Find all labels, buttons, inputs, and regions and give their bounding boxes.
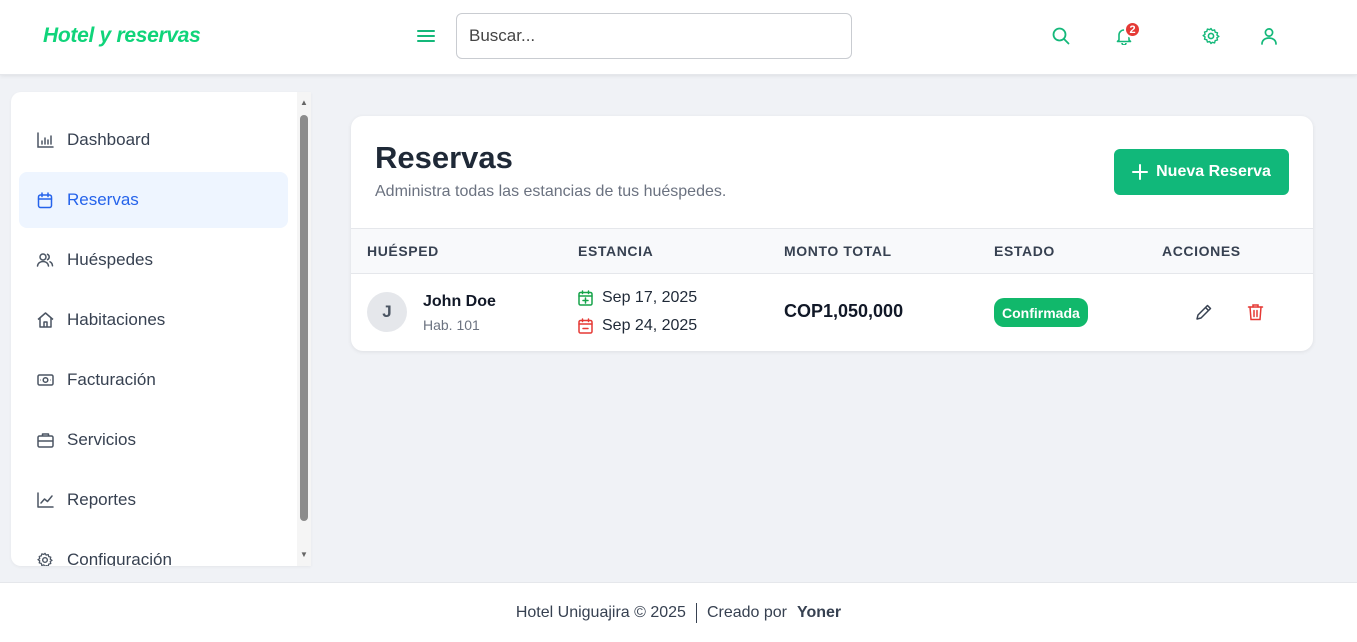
column-header-stay: ESTANCIA xyxy=(578,243,654,259)
sidebar-nav: Dashboard Reservas Huéspedes Habitacione… xyxy=(19,112,288,566)
column-header-status: ESTADO xyxy=(994,243,1055,259)
table-header: HUÉSPED ESTANCIA MONTO TOTAL ESTADO ACCI… xyxy=(351,228,1313,274)
trend-chart-icon xyxy=(36,491,54,509)
table-row: J John Doe Hab. 101 Sep 17, 2025 Sep 24,… xyxy=(351,274,1313,351)
total-amount: COP1,050,000 xyxy=(784,301,904,321)
sidebar-item-huespedes[interactable]: Huéspedes xyxy=(19,232,288,288)
bar-chart-icon xyxy=(36,131,54,149)
sidebar-item-configuracion[interactable]: Configuración xyxy=(19,532,288,566)
calendar-plus-icon xyxy=(578,290,593,306)
gear-icon xyxy=(36,551,54,566)
sidebar-item-label: Facturación xyxy=(67,370,156,389)
notification-badge: 2 xyxy=(1124,21,1141,38)
guest-room: Hab. 101 xyxy=(423,317,480,333)
money-icon xyxy=(36,371,54,389)
top-bar: Hotel y reservas 2 xyxy=(0,0,1357,75)
new-reservation-label: Nueva Reserva xyxy=(1156,163,1271,180)
sidebar: Dashboard Reservas Huéspedes Habitacione… xyxy=(11,92,311,566)
avatar: J xyxy=(367,292,407,332)
search-icon[interactable] xyxy=(1049,24,1073,48)
sidebar-item-label: Dashboard xyxy=(67,130,151,149)
sidebar-item-reservas[interactable]: Reservas xyxy=(19,172,288,228)
footer-author: Yoner xyxy=(797,603,842,621)
briefcase-icon xyxy=(36,431,54,449)
user-icon[interactable] xyxy=(1257,24,1281,48)
sidebar-item-dashboard[interactable]: Dashboard xyxy=(19,112,288,168)
reservations-card: Reservas Administra todas las estancias … xyxy=(351,116,1313,351)
search-input[interactable] xyxy=(456,13,852,59)
home-icon xyxy=(36,311,54,329)
sidebar-item-label: Reservas xyxy=(67,190,139,209)
sidebar-item-label: Configuración xyxy=(67,550,172,566)
gear-icon[interactable] xyxy=(1199,24,1223,48)
page-subtitle: Administra todas las estancias de tus hu… xyxy=(375,183,727,200)
menu-icon[interactable] xyxy=(414,24,438,48)
sidebar-item-servicios[interactable]: Servicios xyxy=(19,412,288,468)
checkin-date: Sep 17, 2025 xyxy=(578,289,697,307)
sidebar-item-habitaciones[interactable]: Habitaciones xyxy=(19,292,288,348)
calendar-minus-icon xyxy=(578,318,593,334)
column-header-actions: ACCIONES xyxy=(1162,243,1241,259)
users-icon xyxy=(36,251,54,269)
sidebar-item-reportes[interactable]: Reportes xyxy=(19,472,288,528)
calendar-icon xyxy=(36,191,54,209)
sidebar-item-label: Reportes xyxy=(67,490,136,509)
sidebar-item-label: Servicios xyxy=(67,430,136,449)
guest-name: John Doe xyxy=(423,293,496,310)
footer-created-by: Creado por xyxy=(706,603,787,621)
sidebar-item-facturacion[interactable]: Facturación xyxy=(19,352,288,408)
scroll-up-arrow-icon[interactable]: ▲ xyxy=(300,98,308,107)
footer-divider xyxy=(695,602,697,623)
column-header-guest: HUÉSPED xyxy=(367,243,439,259)
edit-icon[interactable] xyxy=(1193,301,1215,323)
footer-copyright: Hotel Uniguajira © 2025 xyxy=(515,603,686,621)
scrollbar-thumb[interactable] xyxy=(300,115,308,521)
status-badge: Confirmada xyxy=(994,298,1088,327)
checkout-text: Sep 24, 2025 xyxy=(602,317,698,334)
sidebar-item-label: Huéspedes xyxy=(67,250,154,269)
checkout-date: Sep 24, 2025 xyxy=(578,317,697,335)
new-reservation-button[interactable]: Nueva Reserva xyxy=(1114,149,1289,195)
plus-icon xyxy=(1132,164,1149,180)
footer: Hotel Uniguajira © 2025 Creado por Yoner xyxy=(0,582,1357,642)
sidebar-scrollbar[interactable]: ▲ ▼ xyxy=(297,92,311,566)
brand-logo[interactable]: Hotel y reservas xyxy=(43,24,201,48)
checkin-text: Sep 17, 2025 xyxy=(602,289,698,306)
scroll-down-arrow-icon[interactable]: ▼ xyxy=(300,550,308,559)
trash-icon[interactable] xyxy=(1244,301,1266,323)
column-header-amount: MONTO TOTAL xyxy=(784,243,892,259)
sidebar-item-label: Habitaciones xyxy=(67,310,166,329)
bell-icon[interactable]: 2 xyxy=(1112,21,1141,48)
page-title: Reservas xyxy=(375,140,513,175)
